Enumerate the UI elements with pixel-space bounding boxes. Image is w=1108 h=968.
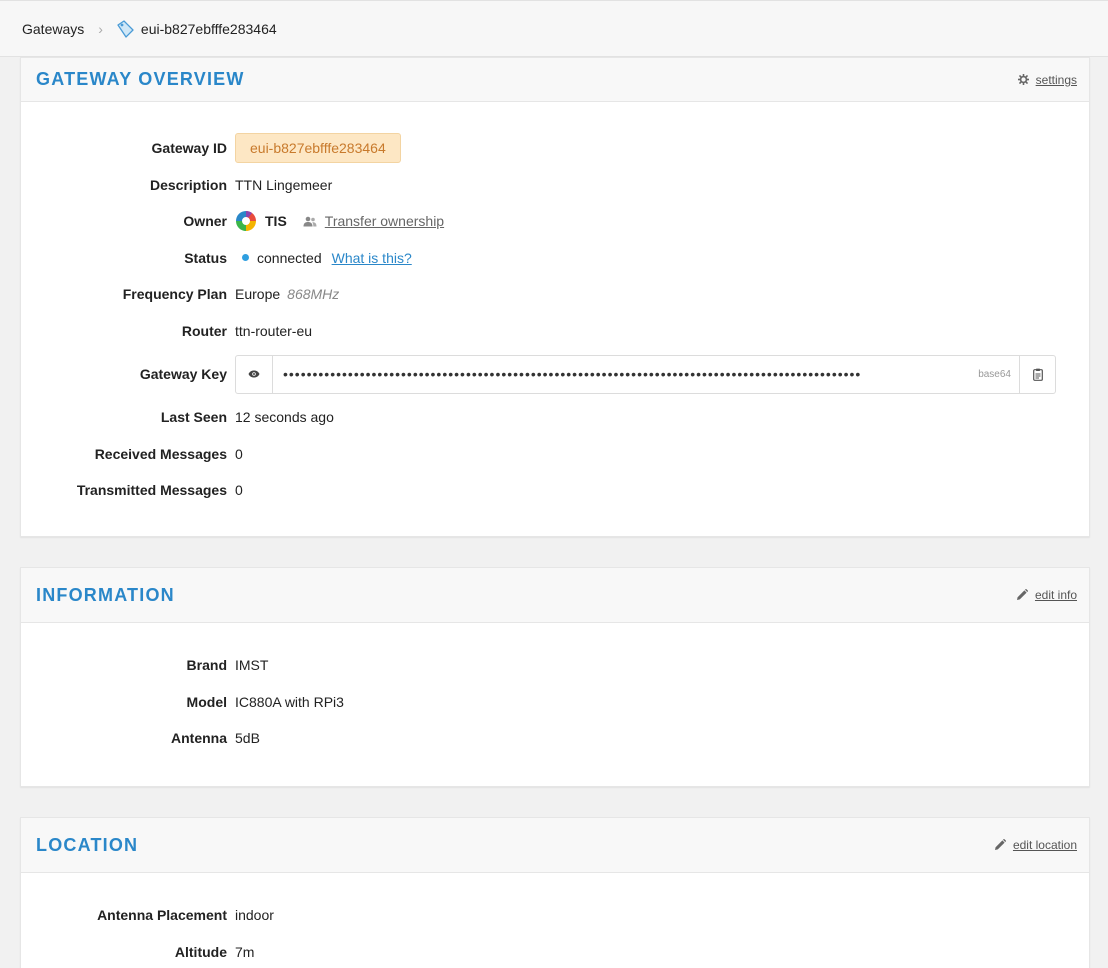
- description-value: TTN Lingemeer: [235, 176, 333, 193]
- description-row: Description TTN Lingemeer: [21, 167, 1089, 204]
- location-title: Location: [36, 834, 139, 855]
- transfer-ownership-link[interactable]: Transfer ownership: [303, 213, 444, 229]
- router-value: ttn-router-eu: [235, 322, 313, 339]
- owner-name[interactable]: TIS: [265, 213, 287, 229]
- information-header: Information edit info: [21, 568, 1089, 623]
- altitude-value: 7m: [235, 943, 255, 960]
- chevron-right-icon: ›: [98, 20, 103, 37]
- edit-info-label: edit info: [1034, 588, 1077, 602]
- users-icon: [303, 216, 317, 227]
- router-row: Router ttn-router-eu: [21, 313, 1089, 350]
- clipboard-icon[interactable]: [1019, 355, 1055, 393]
- location-fields: Antenna Placement indoor Altitude 7m: [21, 873, 1089, 968]
- breadcrumb-current: eui-b827ebfffe283464: [140, 20, 277, 37]
- received-messages-row: Received Messages 0: [21, 436, 1089, 473]
- frequency-plan-row: Frequency Plan Europe 868MHz: [21, 276, 1089, 313]
- gateway-key-row: Gateway Key ••••••••••••••••••••••••••••…: [21, 349, 1089, 399]
- antenna-label: Antenna: [171, 730, 227, 747]
- transmitted-messages-label: Transmitted Messages: [76, 482, 227, 499]
- gateway-tag-icon: [115, 19, 135, 39]
- edit-location-label: edit location: [1012, 838, 1077, 852]
- status-help-link[interactable]: What is this?: [332, 250, 412, 266]
- gateway-key-masked[interactable]: ••••••••••••••••••••••••••••••••••••••••…: [273, 356, 978, 393]
- eye-icon[interactable]: [236, 355, 273, 393]
- transfer-ownership-label: Transfer ownership: [324, 213, 445, 230]
- pencil-icon: [1016, 589, 1028, 600]
- owner-row: Owner TIS Transfer ownership: [21, 203, 1089, 240]
- description-label: Description: [149, 176, 227, 193]
- location-header: Location edit location: [21, 818, 1089, 873]
- information-title: Information: [36, 584, 175, 605]
- gateway-id-row: Gateway ID eui-b827ebfffe283464: [21, 130, 1089, 167]
- transmitted-messages-value: 0: [235, 482, 243, 499]
- brand-value: IMST: [235, 657, 269, 674]
- router-label: Router: [181, 322, 227, 339]
- last-seen-row: Last Seen 12 seconds ago: [21, 399, 1089, 436]
- gateway-id-badge: eui-b827ebfffe283464: [235, 133, 401, 164]
- brand-label: Brand: [186, 657, 227, 674]
- model-label: Model: [186, 693, 227, 710]
- gateway-overview-fields: Gateway ID eui-b827ebfffe283464 Descript…: [21, 102, 1089, 509]
- antenna-placement-row: Antenna Placement indoor: [21, 897, 1089, 934]
- transmitted-messages-row: Transmitted Messages 0: [21, 472, 1089, 509]
- status-row: Status connected What is this?: [21, 240, 1089, 277]
- antenna-row: Antenna 5dB: [21, 720, 1089, 757]
- status-label: Status: [184, 249, 227, 266]
- antenna-value: 5dB: [235, 730, 260, 747]
- gateway-overview-title: Gateway Overview: [36, 69, 245, 89]
- pencil-icon: [994, 839, 1006, 850]
- breadcrumb: Gateways › eui-b827ebfffe283464: [0, 0, 1108, 57]
- gateway-overview-header: Gateway Overview settings: [21, 58, 1089, 102]
- received-messages-label: Received Messages: [94, 445, 227, 462]
- owner-logo-icon: [236, 211, 256, 232]
- brand-row: Brand IMST: [21, 647, 1089, 684]
- owner-label: Owner: [183, 213, 227, 230]
- antenna-placement-label: Antenna Placement: [97, 907, 227, 924]
- gateway-overview-card: Gateway Overview settings Gateway ID eui…: [20, 57, 1090, 537]
- gateway-key-encoding[interactable]: base64: [978, 356, 1019, 393]
- received-messages-value: 0: [235, 445, 243, 462]
- altitude-label: Altitude: [174, 943, 227, 960]
- gateway-key-field: ••••••••••••••••••••••••••••••••••••••••…: [235, 354, 1056, 394]
- gateway-id-label: Gateway ID: [151, 140, 227, 157]
- gear-icon: [1017, 74, 1029, 85]
- frequency-plan-region: Europe: [235, 286, 281, 303]
- antenna-placement-value: indoor: [235, 907, 274, 924]
- location-card: Location edit location Antenna Placement…: [20, 817, 1090, 968]
- altitude-row: Altitude 7m: [21, 934, 1089, 968]
- model-row: Model IC880A with RPi3: [21, 684, 1089, 721]
- settings-label: settings: [1035, 72, 1077, 87]
- information-fields: Brand IMST Model IC880A with RPi3 Antenn…: [21, 623, 1089, 757]
- edit-location-link[interactable]: edit location: [994, 838, 1077, 852]
- edit-info-link[interactable]: edit info: [1016, 588, 1077, 602]
- breadcrumb-gateways-link[interactable]: Gateways: [22, 21, 84, 37]
- status-value: connected: [257, 249, 322, 266]
- settings-link[interactable]: settings: [1017, 72, 1077, 87]
- information-card: Information edit info Brand IMST Model I…: [20, 567, 1090, 787]
- last-seen-label: Last Seen: [160, 409, 227, 426]
- last-seen-value: 12 seconds ago: [235, 409, 334, 426]
- status-dot-icon: [242, 254, 249, 262]
- gateway-key-label: Gateway Key: [139, 366, 227, 382]
- frequency-plan-mhz: 868MHz: [287, 286, 340, 303]
- frequency-plan-label: Frequency Plan: [122, 286, 227, 303]
- model-value: IC880A with RPi3: [235, 693, 344, 710]
